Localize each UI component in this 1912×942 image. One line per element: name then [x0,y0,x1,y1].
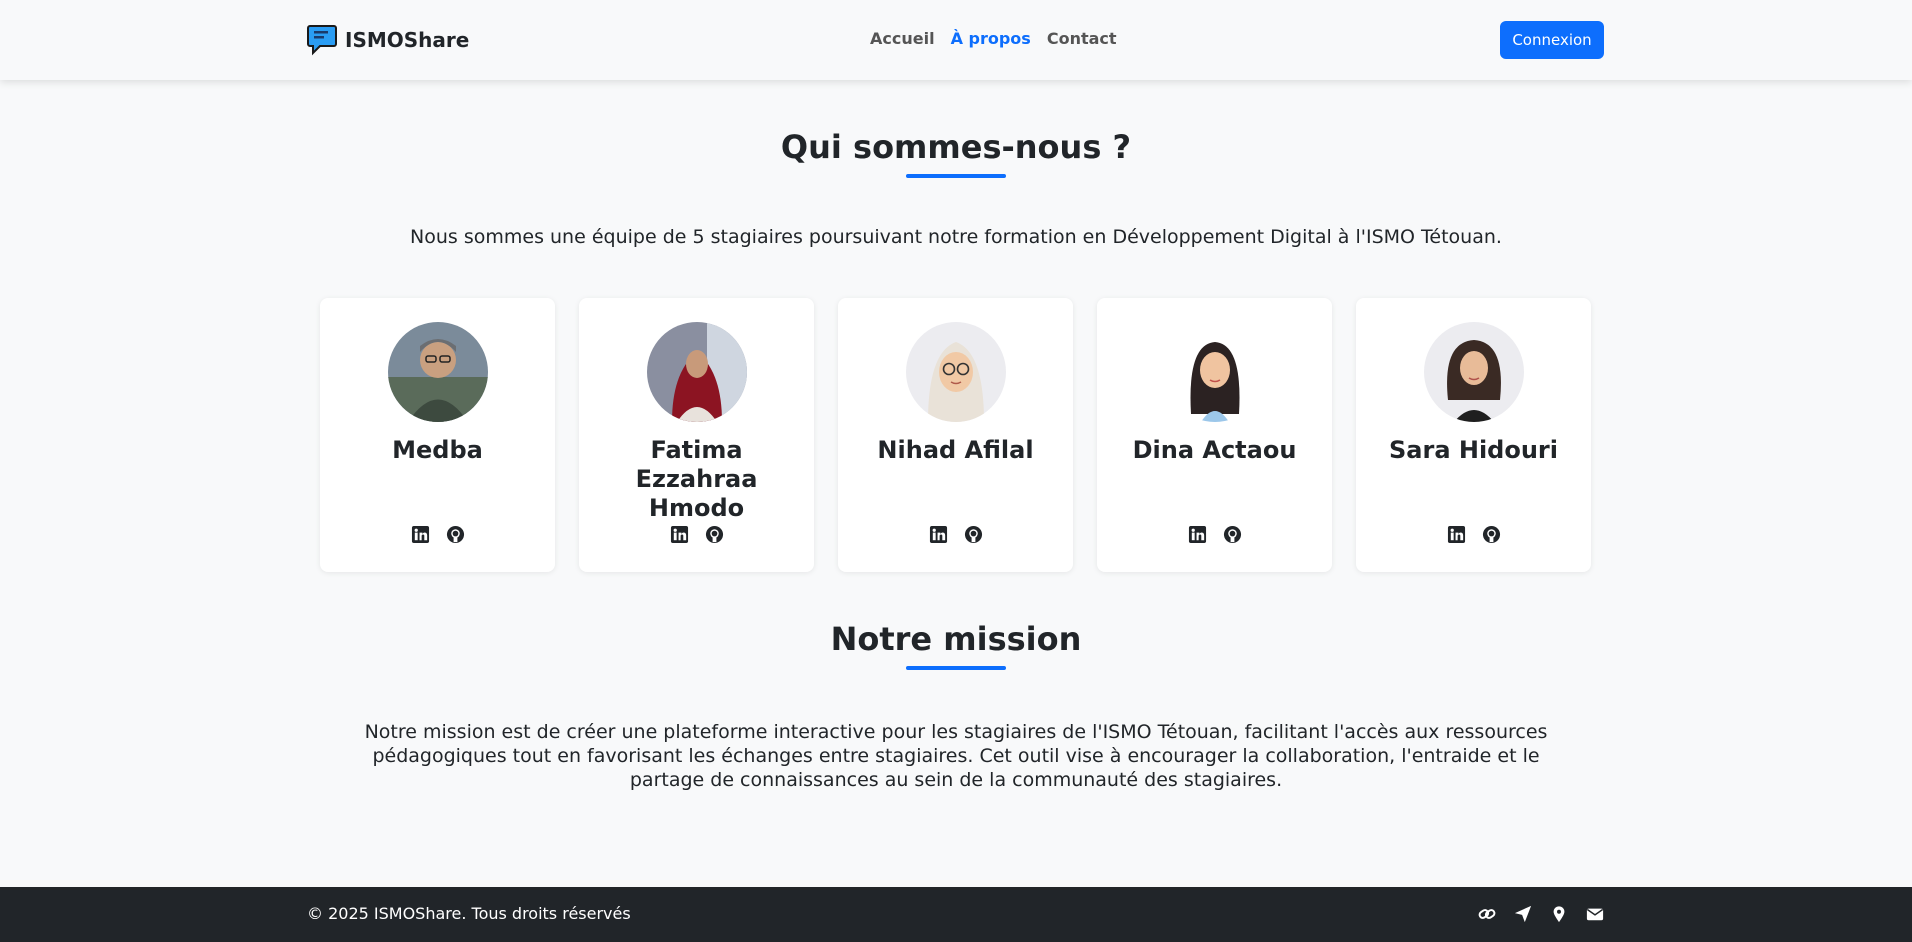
avatar [1165,322,1265,422]
github-icon[interactable] [964,525,983,544]
avatar [647,322,747,422]
brand-logo[interactable]: ISMOShare [307,23,469,57]
team-card: Fatima Ezzahraa Hmodo [579,298,814,572]
navbar: ISMOShare Accueil À propos Contact Conne… [0,0,1912,80]
social-links [1356,525,1591,544]
nav-link-a-propos[interactable]: À propos [951,29,1031,48]
linkedin-icon[interactable] [411,525,430,544]
brand-name: ISMOShare [345,28,470,52]
avatar [388,322,488,422]
member-name: Fatima Ezzahraa Hmodo [635,436,758,522]
about-title: Qui sommes-nous ? [780,128,1132,166]
linkedin-icon[interactable] [929,525,948,544]
link-icon[interactable] [1478,905,1496,923]
github-icon[interactable] [446,525,465,544]
paper-plane-icon[interactable] [1514,905,1532,923]
chat-bubble-icon [307,25,337,56]
member-name: Dina Actaou [1132,436,1297,464]
linkedin-icon[interactable] [1188,525,1207,544]
team-card: Nihad Afilal [838,298,1073,572]
linkedin-icon[interactable] [670,525,689,544]
team-cards: Medba Fatima Ezzahraa Hmodo Nihad Afilal… [320,298,1591,572]
footer: © 2025 ISMOShare. Tous droits réservés [0,887,1912,942]
github-icon[interactable] [1482,525,1501,544]
avatar [906,322,1006,422]
avatar [1424,322,1524,422]
main-nav: Accueil À propos Contact [870,29,1117,48]
github-icon[interactable] [1223,525,1242,544]
nav-link-contact[interactable]: Contact [1047,29,1117,48]
social-links [320,525,555,544]
nav-link-accueil[interactable]: Accueil [870,29,935,48]
social-links [579,525,814,544]
team-card: Medba [320,298,555,572]
team-card: Dina Actaou [1097,298,1332,572]
team-card: Sara Hidouri [1356,298,1591,572]
about-intro: Nous sommes une équipe de 5 stagiaires p… [410,226,1502,248]
social-links [1097,525,1332,544]
copyright: © 2025 ISMOShare. Tous droits réservés [307,904,631,923]
login-button[interactable]: Connexion [1500,21,1604,59]
member-name: Medba [392,436,483,464]
github-icon[interactable] [705,525,724,544]
envelope-icon[interactable] [1586,905,1604,923]
mission-title: Notre mission [830,620,1082,658]
about-title-underline [906,174,1006,178]
member-name: Nihad Afilal [877,436,1034,464]
member-name: Sara Hidouri [1389,436,1558,464]
linkedin-icon[interactable] [1447,525,1466,544]
map-pin-icon[interactable] [1550,905,1568,923]
social-links [838,525,1073,544]
mission-text: Notre mission est de créer une plateform… [364,721,1548,791]
footer-links [1478,905,1604,923]
mission-title-underline [906,666,1006,670]
